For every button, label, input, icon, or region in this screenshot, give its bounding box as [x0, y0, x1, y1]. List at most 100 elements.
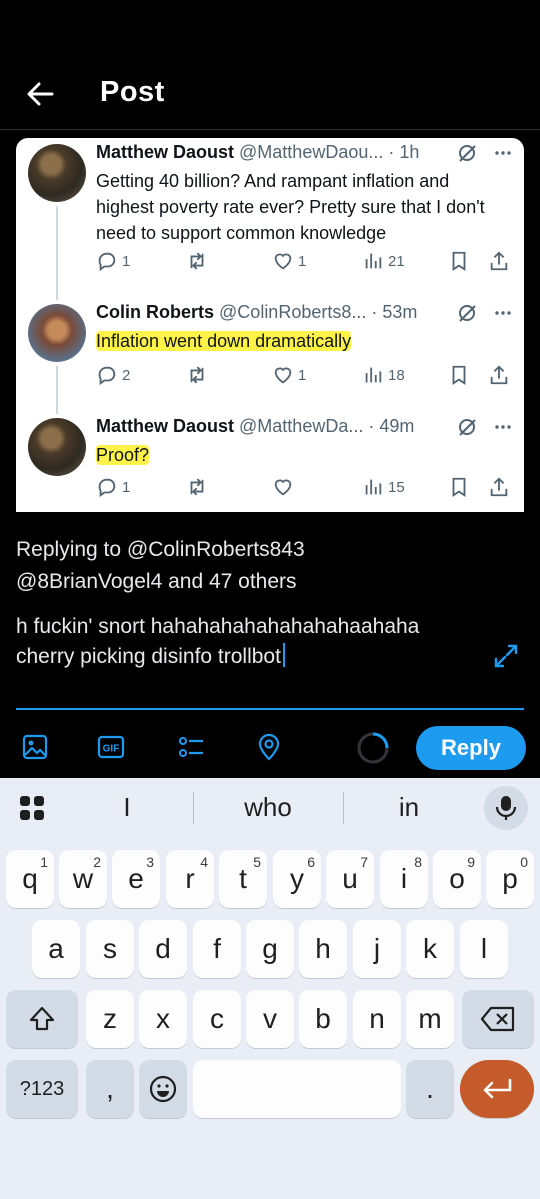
share-action[interactable]: [488, 364, 510, 386]
location-icon[interactable]: [254, 732, 284, 762]
bookmark-action[interactable]: [448, 364, 470, 386]
text-cursor: [282, 643, 285, 667]
heart-icon: [274, 367, 292, 384]
key-i[interactable]: i8: [380, 850, 428, 908]
avatar[interactable]: [28, 418, 86, 476]
key-c[interactable]: c: [193, 990, 241, 1048]
key-k[interactable]: k: [406, 920, 454, 978]
bookmark-action[interactable]: [448, 250, 470, 272]
key-a[interactable]: a: [32, 920, 80, 978]
apps-grid-icon[interactable]: [18, 794, 46, 822]
expand-icon[interactable]: [492, 642, 520, 670]
symbols-key[interactable]: ?123: [6, 1060, 78, 1118]
key-d[interactable]: d: [139, 920, 187, 978]
tweet-text: Proof?: [96, 442, 510, 468]
share-action[interactable]: [488, 250, 510, 272]
key-u[interactable]: u7: [326, 850, 374, 908]
tweet-2[interactable]: Colin Roberts @ColinRoberts8... · 53m In…: [16, 298, 524, 414]
key-alt-label: 9: [467, 854, 475, 870]
like-count: 1: [298, 366, 307, 384]
key-t[interactable]: t5: [219, 850, 267, 908]
tweet-actions: 1 1 21: [96, 250, 510, 274]
suggestion-2[interactable]: who: [212, 792, 324, 823]
key-alt-label: 6: [307, 854, 315, 870]
reply-action[interactable]: 1: [96, 250, 130, 272]
like-count: 1: [298, 252, 307, 270]
avatar[interactable]: [28, 304, 86, 362]
key-r[interactable]: r4: [166, 850, 214, 908]
key-s[interactable]: s: [86, 920, 134, 978]
like-action[interactable]: 1: [272, 250, 306, 272]
emoji-key[interactable]: [139, 1060, 187, 1118]
key-b[interactable]: b: [299, 990, 347, 1048]
space-key[interactable]: [193, 1060, 401, 1118]
author-name[interactable]: Matthew Daoust: [96, 142, 234, 162]
bookmark-icon: [452, 477, 466, 497]
backspace-key[interactable]: [462, 990, 534, 1048]
views-action[interactable]: 21: [362, 250, 405, 272]
more-icon[interactable]: [492, 142, 514, 164]
retweet-icon: [190, 478, 204, 496]
bookmark-icon: [452, 251, 466, 271]
bookmark-action[interactable]: [448, 476, 470, 498]
tweet-text: Inflation went down dramatically: [96, 328, 510, 354]
key-n[interactable]: n: [353, 990, 401, 1048]
key-l[interactable]: l: [460, 920, 508, 978]
key-q[interactable]: q1: [6, 850, 54, 908]
comma-key[interactable]: ,: [86, 1060, 134, 1118]
author-handle[interactable]: @MatthewDa...: [239, 416, 363, 436]
key-p[interactable]: p0: [486, 850, 534, 908]
more-icon[interactable]: [492, 302, 514, 324]
retweet-icon: [190, 366, 204, 384]
key-g[interactable]: g: [246, 920, 294, 978]
key-x[interactable]: x: [139, 990, 187, 1048]
author-name[interactable]: Colin Roberts: [96, 302, 214, 322]
key-e[interactable]: e3: [112, 850, 160, 908]
period-key[interactable]: .: [406, 1060, 454, 1118]
backspace-icon: [480, 1006, 515, 1032]
retweet-action[interactable]: [186, 476, 212, 498]
more-icon[interactable]: [492, 416, 514, 438]
share-action[interactable]: [488, 476, 510, 498]
back-arrow-icon[interactable]: [22, 76, 58, 112]
poll-icon[interactable]: [176, 732, 206, 762]
key-z[interactable]: z: [86, 990, 134, 1048]
views-action[interactable]: 15: [362, 476, 405, 498]
tweet-1[interactable]: Matthew Daoust @MatthewDaou... · 1h Gett…: [16, 138, 524, 300]
microphone-icon: [495, 796, 517, 820]
key-alt-label: 1: [40, 854, 48, 870]
key-h[interactable]: h: [299, 920, 347, 978]
image-icon[interactable]: [20, 732, 50, 762]
retweet-action[interactable]: [186, 250, 212, 272]
shift-key[interactable]: [6, 990, 78, 1048]
like-action[interactable]: [272, 476, 298, 498]
retweet-action[interactable]: [186, 364, 212, 386]
key-y[interactable]: y6: [273, 850, 321, 908]
reply-action[interactable]: 1: [96, 476, 130, 498]
grok-icon[interactable]: [456, 302, 478, 324]
enter-key[interactable]: [460, 1060, 534, 1118]
share-icon: [490, 477, 508, 497]
key-m[interactable]: m: [406, 990, 454, 1048]
grok-icon[interactable]: [456, 416, 478, 438]
like-action[interactable]: 1: [272, 364, 306, 386]
key-v[interactable]: v: [246, 990, 294, 1048]
gif-icon[interactable]: GIF: [96, 732, 126, 762]
key-o[interactable]: o9: [433, 850, 481, 908]
replying-to[interactable]: Replying to @ColinRoberts843 @8BrianVoge…: [16, 534, 516, 598]
avatar[interactable]: [28, 144, 86, 202]
key-f[interactable]: f: [193, 920, 241, 978]
suggestion-1[interactable]: I: [80, 792, 174, 823]
author-handle[interactable]: @MatthewDaou...: [239, 142, 383, 162]
reply-button[interactable]: Reply: [416, 726, 526, 770]
reply-text-field[interactable]: h fuckin' snort hahahahahahahahahaahaha …: [16, 612, 476, 672]
author-name[interactable]: Matthew Daoust: [96, 416, 234, 436]
grok-icon[interactable]: [456, 142, 478, 164]
author-handle[interactable]: @ColinRoberts8...: [219, 302, 366, 322]
views-action[interactable]: 18: [362, 364, 405, 386]
suggestion-3[interactable]: in: [362, 792, 456, 823]
voice-input-button[interactable]: [484, 786, 528, 830]
key-w[interactable]: w2: [59, 850, 107, 908]
reply-action[interactable]: 2: [96, 364, 130, 386]
key-j[interactable]: j: [353, 920, 401, 978]
